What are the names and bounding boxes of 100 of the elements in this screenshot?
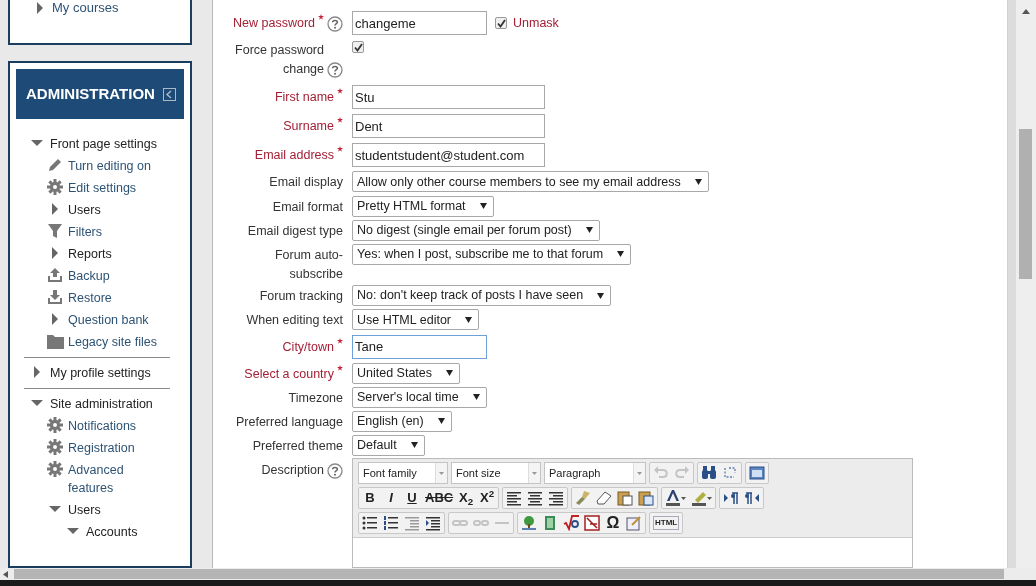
vertical-scrollbar[interactable] xyxy=(1016,0,1036,568)
sidebar-link[interactable]: Legacy site files xyxy=(68,333,157,351)
checkbox[interactable] xyxy=(495,17,507,29)
toolbar-button[interactable]: X$_{2}$ xyxy=(456,488,477,509)
dropdown[interactable]: No: don't keep track of posts I have seen xyxy=(352,285,612,307)
dock-icon[interactable] xyxy=(163,87,176,101)
expanded-triangle-icon[interactable] xyxy=(31,139,43,147)
numbered-list-icon xyxy=(383,515,399,532)
tree-node[interactable]: Front page settings xyxy=(50,135,157,153)
toolbar-button[interactable]: U xyxy=(402,488,422,509)
toolbar-button[interactable]: X$^{2}$ xyxy=(477,488,498,509)
sidebar-link[interactable]: Edit settings xyxy=(68,179,137,197)
eraser-icon xyxy=(596,490,613,507)
scroll-left-icon[interactable] xyxy=(3,571,8,578)
help-icon[interactable] xyxy=(327,62,343,78)
sidebar-link[interactable]: Question bank xyxy=(68,311,149,329)
sidebar-link[interactable]: Registration xyxy=(68,439,135,457)
dropdown[interactable]: No digest (single email per forum post) xyxy=(352,219,600,241)
help-icon[interactable] xyxy=(327,16,343,32)
dropdown[interactable]: Font size xyxy=(451,462,541,485)
dropdown[interactable]: Paragraph xyxy=(544,462,646,485)
field-label: Email address xyxy=(254,147,334,165)
expanded-triangle-icon[interactable] xyxy=(49,505,61,513)
sidebar-link[interactable]: Turn editing on xyxy=(68,157,151,175)
toolbar-button[interactable]: Ω xyxy=(603,513,623,534)
image-icon xyxy=(521,515,537,532)
dropdown-arrow-icon xyxy=(465,316,472,323)
text-field[interactable]: Dent xyxy=(352,114,545,139)
dropdown[interactable]: Use HTML editor xyxy=(352,309,479,331)
collapsed-triangle-icon[interactable] xyxy=(51,247,59,259)
align-left-icon xyxy=(506,490,523,507)
dropdown-arrow-icon xyxy=(597,292,605,299)
caret-icon[interactable] xyxy=(707,496,713,500)
text-field[interactable]: studentstudent@student.com xyxy=(352,143,545,168)
download-icon xyxy=(47,289,63,305)
dropdown-arrow-icon xyxy=(532,471,537,475)
sidebar-link[interactable]: Notifications xyxy=(68,417,137,435)
sidebar-link[interactable]: Advanced features xyxy=(68,461,170,497)
tree-node[interactable]: Site administration xyxy=(50,395,153,413)
text-field[interactable]: Stu xyxy=(352,85,545,110)
anchor-icon xyxy=(495,522,509,525)
scrollbar-thumb[interactable] xyxy=(14,569,1004,579)
dropdown-arrow-icon xyxy=(410,442,418,449)
sidebar-link[interactable]: Filters xyxy=(68,223,103,241)
toolbar-button[interactable]: I xyxy=(381,488,401,509)
toolbar-button[interactable] xyxy=(663,488,689,509)
checkbox[interactable] xyxy=(352,41,364,53)
help-icon[interactable] xyxy=(327,463,343,480)
checkbox-label[interactable]: Unmask xyxy=(513,13,559,33)
dropdown[interactable]: Pretty HTML format xyxy=(352,195,494,217)
left-to-right-icon xyxy=(723,490,740,507)
collapsed-triangle-icon[interactable] xyxy=(51,203,59,215)
dropdown[interactable]: United States xyxy=(352,362,461,384)
tree-node[interactable]: Reports xyxy=(68,245,112,263)
caret-icon[interactable] xyxy=(681,496,687,500)
text-field[interactable]: changeme xyxy=(352,11,487,35)
tree-node[interactable]: Users xyxy=(68,201,101,219)
align-right-icon xyxy=(548,490,565,507)
field-label: Preferred theme xyxy=(252,437,343,455)
tree-node[interactable]: Accounts xyxy=(86,523,138,541)
dropdown-arrow-icon xyxy=(585,227,593,234)
expanded-triangle-icon[interactable] xyxy=(67,527,79,535)
scrollbar-thumb[interactable] xyxy=(1019,129,1032,279)
dropdown[interactable]: Font family xyxy=(358,462,448,485)
collapsed-triangle-icon[interactable] xyxy=(36,1,44,14)
sidebar-link[interactable]: My courses xyxy=(52,0,119,18)
dropdown[interactable]: English (en) xyxy=(352,410,452,432)
notepad-icon xyxy=(626,515,642,532)
toolbar-button[interactable] xyxy=(561,513,581,534)
text-color-icon xyxy=(665,490,682,507)
right-to-left-icon xyxy=(744,490,761,507)
text-field[interactable]: Tane xyxy=(352,334,487,359)
field-label: Email display xyxy=(269,174,343,192)
sidebar-link[interactable]: Restore xyxy=(68,289,112,307)
field-label: Email format xyxy=(272,198,343,216)
dropdown[interactable]: Allow only other course members to see my email address xyxy=(352,171,709,193)
toolbar-button[interactable] xyxy=(582,513,602,534)
field-label: Preferred language xyxy=(235,413,343,431)
gear-icon xyxy=(47,179,63,195)
dropdown[interactable]: Server's local time xyxy=(352,386,487,408)
collapsed-triangle-icon[interactable] xyxy=(33,366,41,378)
expanded-triangle-icon[interactable] xyxy=(31,399,43,407)
tree-node[interactable]: My profile settings xyxy=(50,364,151,382)
scroll-up-icon[interactable] xyxy=(1022,9,1030,14)
clipboard-icon xyxy=(638,490,655,507)
dropdown[interactable]: Default xyxy=(352,434,425,456)
tree-node[interactable]: Users xyxy=(68,501,101,519)
toolbar-button[interactable]: B xyxy=(360,488,380,509)
binoculars-icon xyxy=(701,465,717,482)
sidebar-link[interactable]: Backup xyxy=(68,267,110,285)
field-label: Select a country xyxy=(244,365,334,383)
horizontal-scrollbar[interactable] xyxy=(0,568,1036,580)
field-label: City/town xyxy=(282,338,334,356)
dropdown-arrow-icon xyxy=(694,178,702,185)
collapsed-triangle-icon[interactable] xyxy=(51,313,59,325)
toolbar-button[interactable]: ABC xyxy=(423,488,456,509)
square-root-icon xyxy=(563,515,579,532)
dropdown[interactable]: Yes: when I post, subscribe me to that forum xyxy=(352,243,632,265)
upload-icon xyxy=(47,267,63,283)
bullet-list-icon xyxy=(362,515,378,532)
